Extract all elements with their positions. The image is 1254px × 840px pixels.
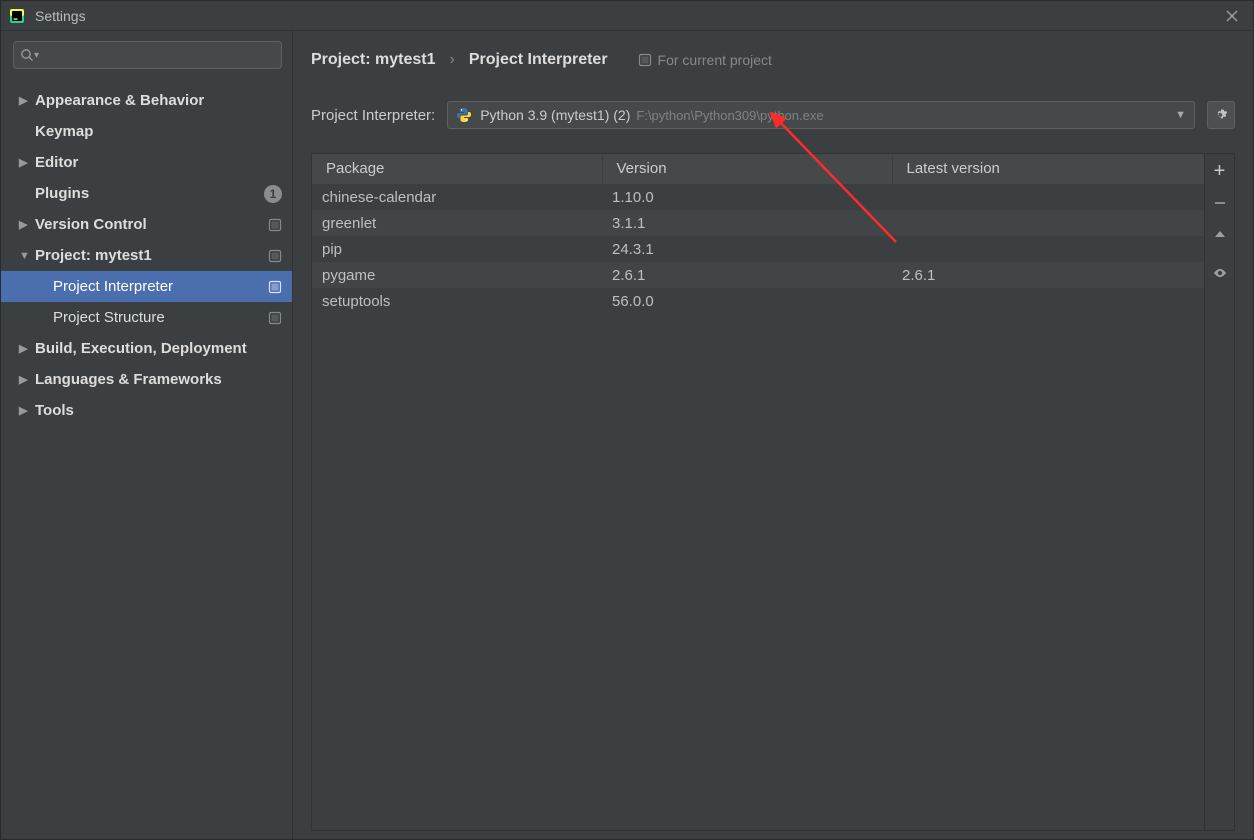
cell-latest: 2.6.1 xyxy=(892,262,1204,288)
tree-item-version-control[interactable]: ▶ Version Control xyxy=(1,209,292,240)
packages-area: Package Version Latest version chinese-c… xyxy=(311,153,1235,831)
chevron-right-icon: ▶ xyxy=(19,404,35,417)
col-version[interactable]: Version xyxy=(602,154,892,184)
table-row[interactable]: chinese-calendar 1.10.0 xyxy=(312,184,1204,210)
cell-package: pygame xyxy=(312,262,602,288)
close-button[interactable] xyxy=(1219,6,1245,26)
tree-item-project-interpreter[interactable]: Project Interpreter xyxy=(1,271,292,302)
tree-item-editor[interactable]: ▶ Editor xyxy=(1,147,292,178)
cell-version: 1.10.0 xyxy=(602,184,892,210)
interpreter-dropdown[interactable]: Python 3.9 (mytest1) (2) F:\python\Pytho… xyxy=(447,101,1195,129)
tree-item-label: Project: mytest1 xyxy=(35,247,262,264)
tree-item-label: Project Structure xyxy=(53,309,262,326)
breadcrumb: Project: mytest1 › Project Interpreter F… xyxy=(311,43,1235,77)
cell-version: 3.1.1 xyxy=(602,210,892,236)
settings-tree: ▶ Appearance & Behavior Keymap ▶ Editor … xyxy=(1,79,292,426)
tree-item-project-structure[interactable]: Project Structure xyxy=(1,302,292,333)
tree-item-appearance[interactable]: ▶ Appearance & Behavior xyxy=(1,85,292,116)
cell-latest xyxy=(892,236,1204,262)
cell-latest xyxy=(892,210,1204,236)
chevron-right-icon: ▶ xyxy=(19,342,35,355)
tree-item-label: Version Control xyxy=(35,216,262,233)
chevron-down-icon: ▼ xyxy=(1173,109,1188,121)
tree-item-label: Plugins xyxy=(35,185,258,202)
cell-package: setuptools xyxy=(312,288,602,314)
table-row[interactable]: greenlet 3.1.1 xyxy=(312,210,1204,236)
chevron-right-icon: ▶ xyxy=(19,373,35,386)
cell-package: greenlet xyxy=(312,210,602,236)
col-latest[interactable]: Latest version xyxy=(892,154,1204,184)
settings-window: Settings ▾ ▶ Appearance & Behavior xyxy=(0,0,1254,840)
interpreter-label: Project Interpreter: xyxy=(311,107,435,124)
add-package-button[interactable]: + xyxy=(1207,158,1233,184)
table-row[interactable]: setuptools 56.0.0 xyxy=(312,288,1204,314)
plugins-badge: 1 xyxy=(264,185,282,203)
tree-item-tools[interactable]: ▶ Tools xyxy=(1,395,292,426)
upgrade-package-button[interactable] xyxy=(1207,222,1233,248)
cell-package: chinese-calendar xyxy=(312,184,602,210)
remove-package-button[interactable] xyxy=(1207,190,1233,216)
breadcrumb-hint-text: For current project xyxy=(658,52,772,68)
cell-version: 24.3.1 xyxy=(602,236,892,262)
breadcrumb-part1: Project: mytest1 xyxy=(311,51,436,69)
tree-item-label: Build, Execution, Deployment xyxy=(35,340,282,357)
chevron-down-icon: ▼ xyxy=(19,250,35,262)
tree-item-label: Tools xyxy=(35,402,282,419)
interpreter-path: F:\python\Python309\python.exe xyxy=(636,108,1173,123)
search-input[interactable] xyxy=(39,48,275,63)
project-scope-icon xyxy=(268,311,282,325)
packages-toolbar: + xyxy=(1204,154,1234,830)
tree-item-label: Editor xyxy=(35,154,282,171)
project-scope-icon xyxy=(268,249,282,263)
search-icon xyxy=(20,48,34,62)
tree-item-build[interactable]: ▶ Build, Execution, Deployment xyxy=(1,333,292,364)
table-row[interactable]: pip 24.3.1 xyxy=(312,236,1204,262)
table-header-row: Package Version Latest version xyxy=(312,154,1204,184)
cell-package: pip xyxy=(312,236,602,262)
interpreter-settings-button[interactable] xyxy=(1207,101,1235,129)
cell-version: 2.6.1 xyxy=(602,262,892,288)
tree-item-label: Project Interpreter xyxy=(53,278,262,295)
interpreter-name: Python 3.9 (mytest1) (2) xyxy=(480,107,630,123)
cell-latest xyxy=(892,288,1204,314)
python-icon xyxy=(456,107,472,123)
project-scope-icon xyxy=(638,53,652,67)
breadcrumb-part2: Project Interpreter xyxy=(469,51,608,69)
project-scope-icon xyxy=(268,280,282,294)
chevron-right-icon: ▶ xyxy=(19,218,35,231)
packages-table: Package Version Latest version chinese-c… xyxy=(312,154,1204,830)
tree-item-label: Keymap xyxy=(35,123,282,140)
titlebar: Settings xyxy=(1,1,1253,31)
main-panel: Project: mytest1 › Project Interpreter F… xyxy=(293,31,1253,839)
app-icon xyxy=(9,8,25,24)
col-package[interactable]: Package xyxy=(312,154,602,184)
tree-item-plugins[interactable]: Plugins 1 xyxy=(1,178,292,209)
tree-item-keymap[interactable]: Keymap xyxy=(1,116,292,147)
chevron-right-icon: ▶ xyxy=(19,94,35,107)
breadcrumb-separator: › xyxy=(450,51,455,69)
interpreter-row: Project Interpreter: Python 3.9 (mytest1… xyxy=(311,101,1235,129)
breadcrumb-hint: For current project xyxy=(638,52,772,68)
tree-item-languages[interactable]: ▶ Languages & Frameworks xyxy=(1,364,292,395)
tree-item-label: Languages & Frameworks xyxy=(35,371,282,388)
search-box[interactable]: ▾ xyxy=(13,41,282,69)
tree-item-project[interactable]: ▼ Project: mytest1 xyxy=(1,240,292,271)
window-title: Settings xyxy=(35,8,86,24)
table-row[interactable]: pygame 2.6.1 2.6.1 xyxy=(312,262,1204,288)
cell-version: 56.0.0 xyxy=(602,288,892,314)
chevron-right-icon: ▶ xyxy=(19,156,35,169)
tree-item-label: Appearance & Behavior xyxy=(35,92,282,109)
cell-latest xyxy=(892,184,1204,210)
show-early-releases-button[interactable] xyxy=(1207,260,1233,286)
project-scope-icon xyxy=(268,218,282,232)
gear-icon xyxy=(1213,107,1229,123)
sidebar: ▾ ▶ Appearance & Behavior Keymap ▶ Edito… xyxy=(1,31,293,839)
